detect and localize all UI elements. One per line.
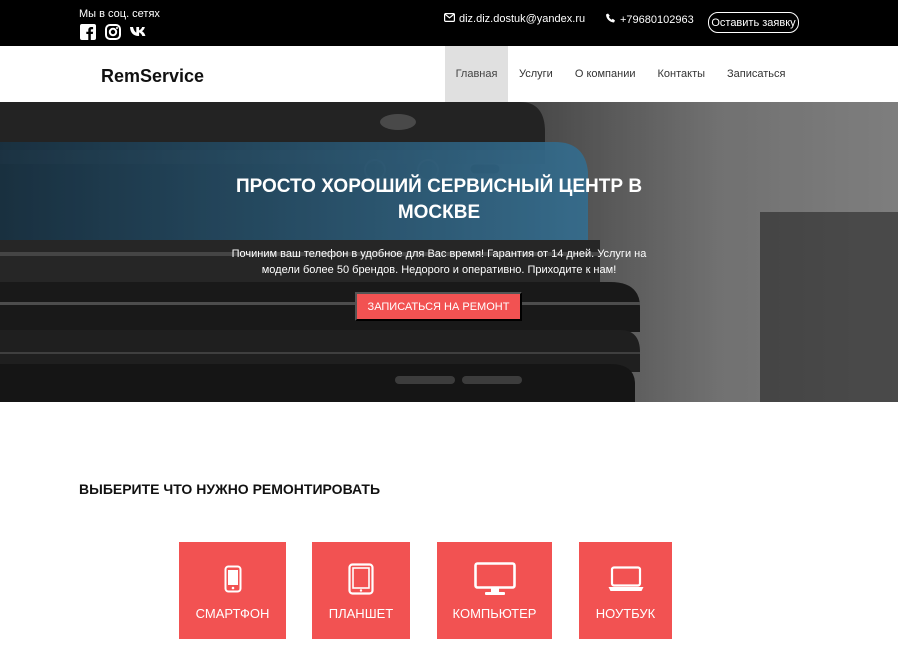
vk-icon[interactable] bbox=[129, 23, 149, 40]
tile-laptop[interactable]: НОУТБУК bbox=[579, 542, 672, 639]
phone-icon bbox=[606, 13, 616, 26]
nav-item-signup[interactable]: Записаться bbox=[716, 46, 796, 102]
tile-label: НОУТБУК bbox=[595, 606, 656, 621]
email-text[interactable]: diz.diz.dostuk@yandex.ru bbox=[459, 13, 585, 25]
social-block: Мы в соц. сетях bbox=[79, 8, 160, 40]
section-title: ВЫБЕРИТЕ ЧТО НУЖНО РЕМОНТИРОВАТЬ bbox=[79, 481, 381, 497]
phone-contact[interactable]: +79680102963 bbox=[606, 13, 694, 26]
tile-computer[interactable]: КОМПЬЮТЕР bbox=[437, 542, 552, 639]
hero-banner: ПРОСТО ХОРОШИЙ СЕРВИСНЫЙ ЦЕНТР В МОСКВЕ … bbox=[0, 102, 898, 402]
leave-request-button[interactable]: Оставить заявку bbox=[708, 12, 799, 33]
facebook-icon[interactable] bbox=[79, 23, 96, 40]
tile-label: КОМПЬЮТЕР bbox=[452, 606, 537, 621]
tile-smartphone[interactable]: СМАРТФОН bbox=[179, 542, 286, 639]
tile-label: ПЛАНШЕТ bbox=[328, 606, 394, 621]
logo[interactable]: RemService bbox=[101, 66, 204, 87]
nav-item-about[interactable]: О компании bbox=[564, 46, 647, 102]
social-label: Мы в соц. сетях bbox=[79, 8, 160, 20]
phone-text[interactable]: +79680102963 bbox=[620, 14, 694, 26]
hero-description: Починим ваш телефон в удобное для Вас вр… bbox=[231, 248, 647, 276]
social-icons bbox=[79, 23, 160, 40]
tile-label: СМАРТФОН bbox=[195, 606, 270, 621]
hero-title: ПРОСТО ХОРОШИЙ СЕРВИСНЫЙ ЦЕНТР В МОСКВЕ bbox=[235, 176, 643, 223]
laptop-icon bbox=[608, 562, 644, 596]
desktop-icon bbox=[473, 562, 516, 596]
smartphone-icon bbox=[224, 562, 242, 596]
main-nav: Главная Услуги О компании Контакты Запис… bbox=[445, 46, 796, 102]
email-contact[interactable]: diz.diz.dostuk@yandex.ru bbox=[444, 13, 585, 25]
nav-item-contacts[interactable]: Контакты bbox=[647, 46, 717, 102]
nav-item-home[interactable]: Главная bbox=[445, 46, 508, 102]
nav-item-services[interactable]: Услуги bbox=[508, 46, 564, 102]
envelope-icon bbox=[444, 13, 456, 25]
tablet-icon bbox=[348, 562, 374, 596]
header: RemService Главная Услуги О компании Кон… bbox=[0, 46, 898, 102]
instagram-icon[interactable] bbox=[104, 23, 121, 40]
top-bar: Мы в соц. сетях diz.diz.dostuk@yandex.ru… bbox=[0, 0, 898, 46]
book-repair-button[interactable]: ЗАПИСАТЬСЯ НА РЕМОНТ bbox=[355, 292, 522, 321]
tile-tablet[interactable]: ПЛАНШЕТ bbox=[312, 542, 410, 639]
